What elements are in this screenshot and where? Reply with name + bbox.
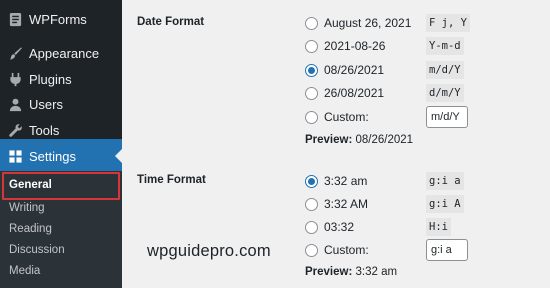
custom-date-input[interactable] [426,106,468,128]
radio-button[interactable] [305,39,318,53]
preview-value: 08/26/2021 [355,134,414,146]
radio-button[interactable] [305,243,318,257]
date-preview: Preview: 08/26/2021 [305,134,413,146]
format-code: Y-m-d [426,37,464,55]
custom-time-input[interactable] [426,239,468,261]
sidebar-item-label: Appearance [29,45,100,61]
date-option-1[interactable]: August 26, 2021 [305,15,411,31]
option-label: 2021-08-26 [324,39,386,53]
submenu-item-media[interactable]: Media [9,265,40,277]
radio-button[interactable] [305,220,318,234]
preview-value: 3:32 am [355,266,398,278]
time-format-title: Time Format [137,174,206,186]
option-label: Custom: [324,110,369,124]
option-label: 3:32 am [324,174,368,188]
preview-label: Preview: [305,134,353,146]
wpforms-icon [7,11,23,27]
option-label: 03:32 [324,220,355,234]
radio-button[interactable] [305,86,318,100]
date-option-4[interactable]: 26/08/2021 [305,85,384,101]
date-option-2[interactable]: 2021-08-26 [305,38,385,54]
format-code: F j, Y [426,14,470,32]
format-code: m/d/Y [426,61,464,79]
radio-button-checked[interactable] [305,63,318,77]
sidebar-item-settings[interactable]: Settings [0,139,122,173]
general-highlight-box [2,172,120,200]
sidebar-item-label: Plugins [29,71,72,87]
time-option-custom[interactable]: Custom: [305,242,369,258]
radio-button[interactable] [305,110,318,124]
radio-button-checked[interactable] [305,174,318,188]
radio-button[interactable] [305,197,318,211]
time-preview: Preview: 3:32 am [305,266,397,278]
format-code: H:i [426,218,451,236]
admin-sidebar: WPForms Appearance Plugins Users Tools S… [0,0,122,288]
sidebar-item-label: Users [29,96,63,112]
time-option-3[interactable]: 03:32 [305,219,354,235]
preview-label: Preview: [305,266,353,278]
option-label: Custom: [324,243,369,257]
option-label: 3:32 AM [324,197,369,211]
sidebar-item-wpforms[interactable]: WPForms [0,2,122,36]
option-label: 26/08/2021 [324,86,385,100]
date-format-title: Date Format [137,16,205,28]
date-option-custom[interactable]: Custom: [305,109,369,125]
submenu-item-discussion[interactable]: Discussion [9,244,65,256]
submenu-item-reading[interactable]: Reading [9,223,52,235]
paintbrush-icon [7,45,23,61]
time-option-2[interactable]: 3:32 AM [305,196,368,212]
plugin-icon [7,71,23,87]
format-code: d/m/Y [426,84,464,102]
format-code: g:i a [426,172,464,190]
settings-icon [7,148,23,164]
sidebar-item-label: Tools [29,122,60,138]
sidebar-item-label: Settings [29,148,76,164]
option-label: August 26, 2021 [324,16,412,30]
date-option-3[interactable]: 08/26/2021 [305,62,384,78]
watermark-text: wpguidepro.com [147,242,271,260]
format-code: g:i A [426,195,464,213]
submenu-item-writing[interactable]: Writing [9,202,45,214]
time-option-1[interactable]: 3:32 am [305,173,367,189]
wrench-icon [7,122,23,138]
option-label: 08/26/2021 [324,63,385,77]
radio-button[interactable] [305,16,318,30]
sidebar-item-label: WPForms [29,11,87,27]
users-icon [7,96,23,112]
